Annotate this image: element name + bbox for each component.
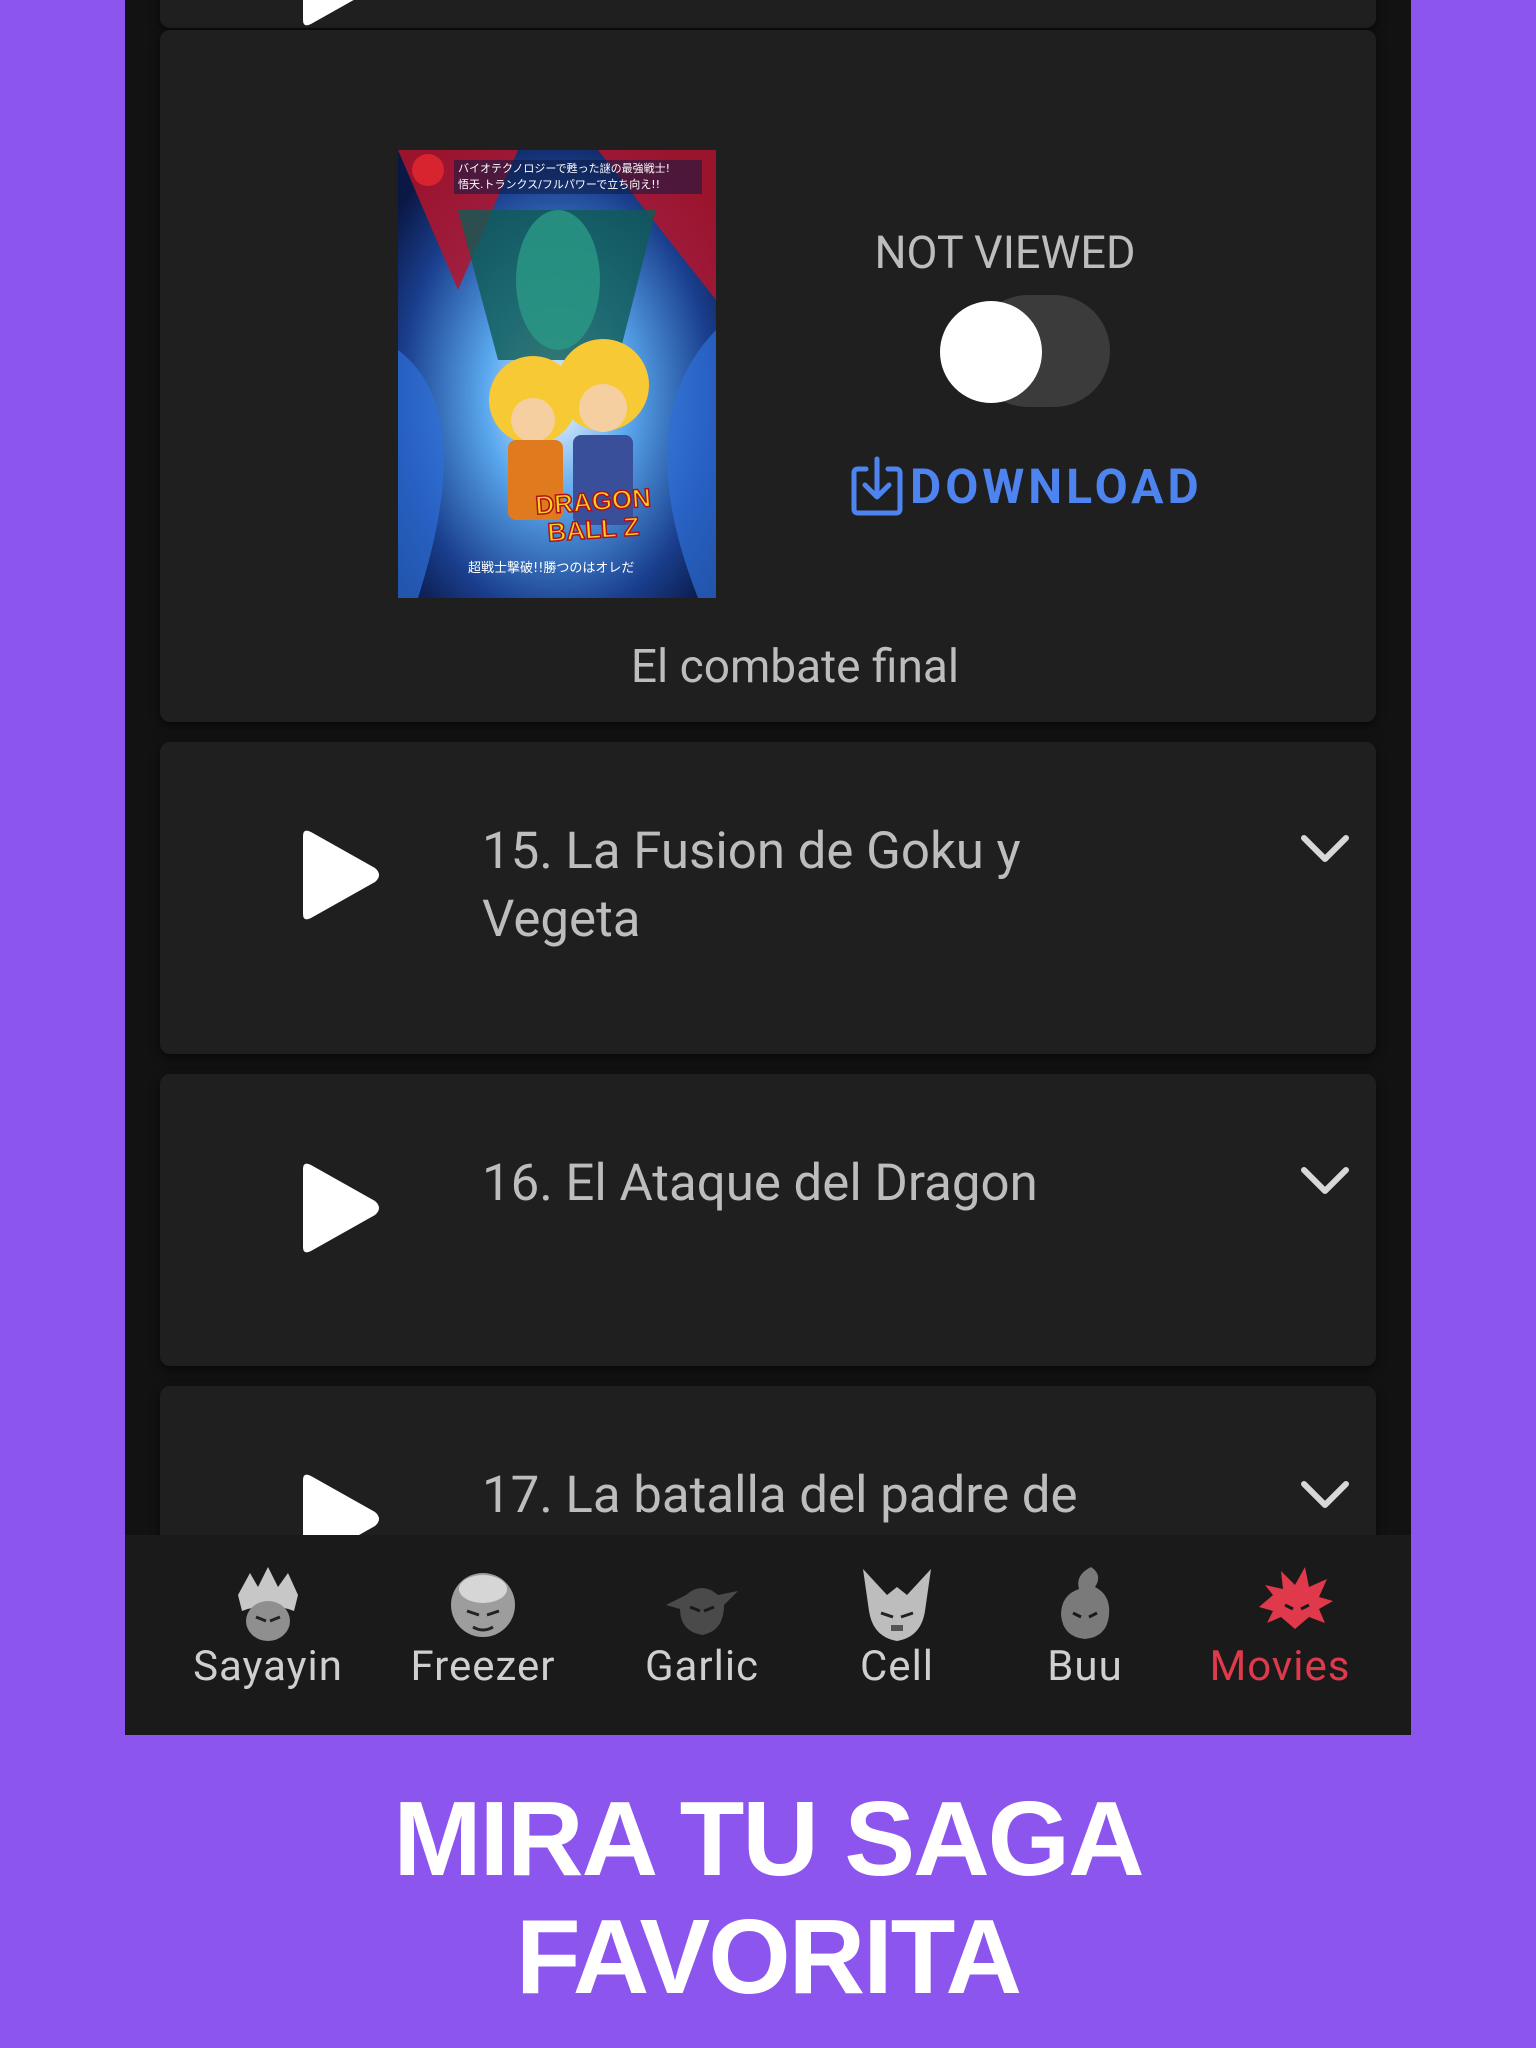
download-icon [851, 456, 903, 516]
chevron-down-icon[interactable] [1298, 832, 1352, 866]
buu-icon [1061, 1567, 1110, 1639]
movie-poster[interactable]: バイオテクノロジーで甦った謎の最強戦士! 悟天.トランクス/フルパワーで立ち向え… [398, 150, 716, 598]
play-icon[interactable] [297, 1472, 381, 1535]
list-item[interactable]: 15. La Fusion de Goku y Vegeta [160, 742, 1376, 1054]
chevron-down-icon[interactable] [1298, 1478, 1352, 1512]
nav-item-buu[interactable]: Buu [985, 1535, 1185, 1735]
cell-icon [863, 1569, 931, 1641]
promo-line-2: FAVORITA [515, 1898, 1022, 2016]
episode-title: 16. El Ataque del Dragon [482, 1154, 1038, 1213]
poster-logo-2: BALL Z [546, 511, 640, 547]
nav-item-freezer[interactable]: Freezer [383, 1535, 583, 1735]
movies-icon [1259, 1567, 1333, 1629]
viewed-toggle[interactable] [940, 295, 1110, 407]
poster-caption-1: バイオテクノロジーで甦った謎の最強戦士! [458, 162, 670, 175]
movie-card-expanded: バイオテクノロジーで甦った謎の最強戦士! 悟天.トランクス/フルパワーで立ち向え… [160, 30, 1376, 722]
play-icon[interactable] [297, 1161, 381, 1255]
movie-list[interactable]: バイオテクノロジーで甦った謎の最強戦士! 悟天.トランクス/フルパワーで立ち向え… [125, 0, 1411, 1535]
nav-label: Garlic [644, 1642, 760, 1691]
download-label: DOWNLOAD [910, 457, 1203, 515]
list-item[interactable]: 17. La batalla del padre de [160, 1386, 1376, 1535]
nav-item-garlic[interactable]: Garlic [602, 1535, 802, 1735]
poster-subtitle: 超戦士撃破!!勝つのはオレだ [468, 560, 634, 576]
nav-label: Sayayin [193, 1642, 343, 1691]
nav-label: Buu [1047, 1642, 1123, 1691]
movie-description: El combate final [630, 640, 960, 694]
view-status-label: NOT VIEWED [874, 226, 1136, 279]
nav-label: Movies [1209, 1642, 1351, 1691]
list-item[interactable]: 16. El Ataque del Dragon [160, 1074, 1376, 1366]
promo-caption: MIRA TU SAGA FAVORITA [0, 1780, 1536, 2016]
nav-label: Freezer [410, 1642, 556, 1691]
toggle-knob[interactable] [940, 301, 1042, 403]
nav-label: Cell [859, 1642, 935, 1691]
download-button[interactable]: DOWNLOAD [850, 455, 1203, 517]
episode-title: 17. La batalla del padre de [482, 1466, 1078, 1525]
bottom-navigation: Sayayin Freezer Garlic Cell Buu Movies [125, 1535, 1411, 1735]
promo-line-1: MIRA TU SAGA [393, 1780, 1144, 1898]
app-screen: バイオテクノロジーで甦った謎の最強戦士! 悟天.トランクス/フルパワーで立ち向え… [125, 0, 1411, 1735]
nav-item-movies[interactable]: Movies [1180, 1535, 1380, 1735]
chevron-down-icon[interactable] [1298, 1164, 1352, 1198]
previous-movie-card[interactable] [160, 0, 1376, 28]
nav-item-cell[interactable]: Cell [797, 1535, 997, 1735]
freezer-icon [451, 1573, 515, 1637]
play-icon[interactable] [297, 828, 381, 922]
sayayin-icon [238, 1567, 298, 1641]
garlic-icon [666, 1588, 738, 1635]
play-icon[interactable] [297, 0, 381, 28]
poster-caption-2: 悟天.トランクス/フルパワーで立ち向え!! [458, 177, 660, 191]
nav-item-sayayin[interactable]: Sayayin [168, 1535, 368, 1735]
episode-title: 15. La Fusion de Goku y Vegeta [482, 822, 1021, 949]
